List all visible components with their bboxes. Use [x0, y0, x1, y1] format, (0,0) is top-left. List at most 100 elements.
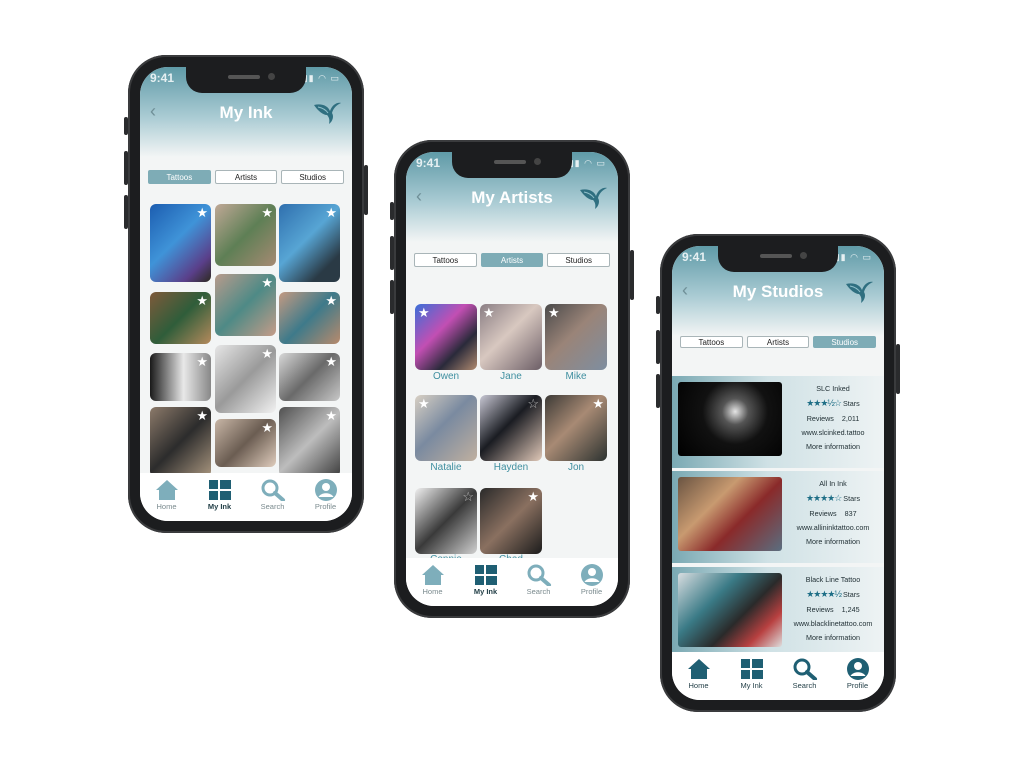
artist-name[interactable]: Owen — [413, 371, 479, 382]
studio-card[interactable]: SLC Inked ★★★½☆ Stars Reviews 2,011 www.… — [672, 376, 884, 468]
nav-my-ink[interactable]: My Ink — [725, 658, 778, 700]
artist-photo[interactable]: ★ — [415, 395, 477, 461]
favorite-star-icon[interactable]: ★ — [261, 276, 273, 289]
tattoo-tile[interactable]: ★ — [150, 353, 211, 401]
tattoo-tile[interactable]: ★ — [215, 419, 276, 467]
tattoo-tile[interactable]: ★ — [150, 292, 211, 344]
tab-artists[interactable]: Artists — [480, 253, 544, 267]
nav-home[interactable]: Home — [406, 564, 459, 606]
profile-icon — [846, 657, 870, 681]
studio-card[interactable]: Black Line Tattoo ★★★★½ Stars Reviews 1,… — [672, 567, 884, 659]
search-icon — [260, 479, 286, 501]
favorite-star-icon[interactable]: ★ — [325, 206, 337, 219]
artist-photo[interactable]: ☆ — [415, 488, 477, 554]
segmented-control: Tattoos Artists Studios — [414, 253, 611, 267]
favorite-star-icon[interactable]: ★ — [261, 206, 273, 219]
tab-tattoos[interactable]: Tattoos — [680, 336, 743, 348]
tattoo-tile[interactable]: ★ — [215, 204, 276, 266]
tattoo-tile[interactable]: ★ — [150, 204, 211, 282]
favorite-star-icon[interactable]: ★ — [261, 421, 273, 434]
status-icons: ▮▮ ◠ ▭ — [302, 73, 340, 83]
nav-profile[interactable]: Profile — [565, 564, 618, 606]
tattoo-tile[interactable]: ★ — [150, 407, 211, 477]
favorite-star-icon[interactable]: ★ — [325, 409, 337, 422]
studio-url[interactable]: www.blacklinetattoo.com — [784, 619, 882, 628]
nav-search[interactable]: Search — [512, 564, 565, 606]
notch — [452, 152, 572, 178]
tab-studios[interactable]: Studios — [281, 170, 345, 184]
studio-card[interactable]: All In Ink ★★★★☆ Stars Reviews 837 www.a… — [672, 471, 884, 563]
artist-photo[interactable]: ★ — [480, 304, 542, 370]
artist-photo[interactable]: ☆ — [480, 395, 542, 461]
favorite-star-icon[interactable]: ★ — [418, 397, 430, 410]
tab-studios[interactable]: Studios — [813, 336, 877, 348]
tab-tattoos[interactable]: Tattoos — [148, 170, 211, 184]
tab-tattoos[interactable]: Tattoos — [414, 253, 477, 267]
tab-artists[interactable]: Artists — [214, 170, 278, 184]
studio-photo — [678, 382, 782, 456]
studio-info: Black Line Tattoo ★★★★½ Stars Reviews 1,… — [784, 575, 882, 647]
favorite-star-icon[interactable]: ★ — [196, 206, 208, 219]
favorite-star-icon[interactable]: ★ — [196, 294, 208, 307]
studio-url[interactable]: www.slcinked.tattoo — [784, 428, 882, 437]
studio-photo — [678, 573, 782, 647]
segmented-control: Tattoos Artists Studios — [680, 336, 877, 348]
favorite-star-icon[interactable]: ★ — [196, 355, 208, 368]
nav-search[interactable]: Search — [778, 658, 831, 700]
nav-profile[interactable]: Profile — [299, 479, 352, 521]
favorite-star-icon[interactable]: ★ — [325, 355, 337, 368]
nav-search[interactable]: Search — [246, 479, 299, 521]
profile-icon — [580, 563, 604, 587]
more-info-link[interactable]: More information — [784, 442, 882, 451]
favorite-star-icon[interactable]: ★ — [418, 306, 430, 319]
phone-my-studios: 9:41 ▮▮ ◠ ▭ ‹ My Studios Tattoos Artists… — [656, 234, 900, 712]
favorite-star-icon[interactable]: ★ — [261, 347, 273, 360]
artist-name[interactable]: Natalie — [413, 462, 479, 473]
studio-info: SLC Inked ★★★½☆ Stars Reviews 2,011 www.… — [784, 384, 882, 456]
nav-home[interactable]: Home — [672, 658, 725, 700]
status-time: 9:41 — [682, 250, 707, 264]
artist-photo[interactable]: ★ — [545, 304, 607, 370]
favorite-star-icon[interactable]: ★ — [527, 490, 539, 503]
studio-url[interactable]: www.allininktattoo.com — [784, 523, 882, 532]
tattoo-tile[interactable]: ★ — [279, 292, 340, 344]
phone-my-ink: 9:41 ▮▮ ◠ ▭ ‹ My Ink Tattoos Artists Stu… — [124, 55, 368, 533]
artist-photo[interactable]: ★ — [545, 395, 607, 461]
nav-my-ink[interactable]: My Ink — [193, 479, 246, 521]
tattoo-tile[interactable]: ★ — [279, 353, 340, 401]
tab-studios[interactable]: Studios — [547, 253, 611, 267]
artist-name[interactable]: Jane — [478, 371, 544, 382]
favorite-star-outline-icon[interactable]: ☆ — [527, 397, 539, 410]
favorite-star-icon[interactable]: ★ — [483, 306, 495, 319]
status-icons: ▮▮ ◠ ▭ — [568, 158, 606, 168]
home-icon — [154, 479, 180, 501]
tattoo-tile[interactable]: ★ — [279, 204, 340, 282]
tattoo-tile[interactable]: ★ — [279, 407, 340, 477]
more-info-link[interactable]: More information — [784, 537, 882, 546]
more-info-link[interactable]: More information — [784, 633, 882, 642]
screen-my-artists: 9:41 ▮▮ ◠ ▭ ‹ My Artists Tattoos Artists… — [406, 152, 618, 606]
artist-photo[interactable]: ★ — [480, 488, 542, 554]
tattoo-tile[interactable]: ★ — [215, 345, 276, 413]
nav-profile[interactable]: Profile — [831, 658, 884, 700]
review-count: 1,245 — [841, 605, 860, 614]
favorite-star-icon[interactable]: ★ — [548, 306, 560, 319]
tab-bar: Home My Ink Search Profile — [406, 558, 618, 606]
favorite-star-icon[interactable]: ★ — [325, 294, 337, 307]
hummingbird-logo-icon — [312, 97, 342, 125]
favorite-star-icon[interactable]: ★ — [592, 397, 604, 410]
favorite-star-outline-icon[interactable]: ☆ — [462, 490, 474, 503]
nav-my-ink[interactable]: My Ink — [459, 564, 512, 606]
artist-name[interactable]: Jon — [543, 462, 609, 473]
tattoo-tile[interactable]: ★ — [215, 274, 276, 336]
segmented-control: Tattoos Artists Studios — [148, 170, 345, 184]
favorite-star-icon[interactable]: ★ — [196, 409, 208, 422]
nav-home[interactable]: Home — [140, 479, 193, 521]
notch — [718, 246, 838, 272]
tab-artists[interactable]: Artists — [746, 336, 810, 348]
star-rating: ★★★★☆ — [805, 493, 842, 503]
artist-name[interactable]: Mike — [543, 371, 609, 382]
artist-photo[interactable]: ★ — [415, 304, 477, 370]
screen-my-ink: 9:41 ▮▮ ◠ ▭ ‹ My Ink Tattoos Artists Stu… — [140, 67, 352, 521]
artist-name[interactable]: Hayden — [478, 462, 544, 473]
